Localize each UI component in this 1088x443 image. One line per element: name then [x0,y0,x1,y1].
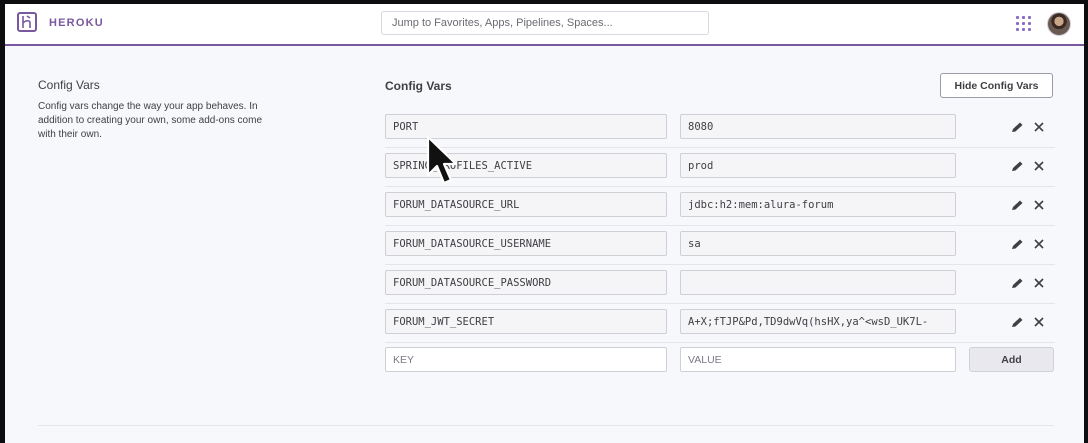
close-icon[interactable] [1032,237,1046,251]
new-key-input[interactable] [385,347,667,372]
brand-name[interactable]: HEROKU [49,17,104,29]
row-divider [385,342,1055,343]
search-input[interactable] [381,11,709,35]
mouse-cursor-icon [426,135,458,185]
config-var-key[interactable] [385,231,667,256]
config-var-key[interactable] [385,270,667,295]
row-divider [385,264,1055,265]
section-title: Config Vars [38,78,100,92]
close-icon[interactable] [1032,198,1046,212]
config-var-row [385,153,1055,187]
close-icon[interactable] [1032,276,1046,290]
close-icon[interactable] [1032,159,1046,173]
config-var-value[interactable] [680,192,956,217]
row-divider [385,303,1055,304]
config-var-value[interactable] [680,114,956,139]
config-var-value[interactable] [680,231,956,256]
config-var-row [385,231,1055,265]
pencil-icon[interactable] [1010,277,1024,289]
pencil-icon[interactable] [1010,199,1024,211]
heroku-logo-icon[interactable] [17,12,37,32]
avatar[interactable] [1047,12,1071,36]
config-var-value[interactable] [680,153,956,178]
apps-grid-icon[interactable] [1016,16,1031,31]
config-var-row [385,309,1055,343]
row-divider [385,186,1055,187]
config-var-value[interactable] [680,309,956,334]
section-divider [38,425,1054,426]
pencil-icon[interactable] [1010,121,1024,133]
top-navbar: HEROKU [5,4,1084,46]
pencil-icon[interactable] [1010,316,1024,328]
config-var-key[interactable] [385,192,667,217]
config-var-row [385,192,1055,226]
screen-edge-right [1084,0,1088,443]
config-var-row [385,270,1055,304]
config-var-row [385,114,1055,148]
row-divider [385,147,1055,148]
config-var-value[interactable] [680,270,956,295]
pencil-icon[interactable] [1010,238,1024,250]
pencil-icon[interactable] [1010,160,1024,172]
add-button[interactable]: Add [969,347,1054,372]
config-var-key[interactable] [385,309,667,334]
section-description: Config vars change the way your app beha… [38,101,263,140]
hide-config-vars-button[interactable]: Hide Config Vars [940,73,1053,98]
close-icon[interactable] [1032,315,1046,329]
row-divider [385,225,1055,226]
heroku-logo-glyph [22,15,31,28]
close-icon[interactable] [1032,120,1046,134]
config-vars-heading: Config Vars [385,79,452,93]
new-config-var-row: Add [385,347,1055,373]
new-value-input[interactable] [680,347,956,372]
screen-edge-left [0,0,5,443]
